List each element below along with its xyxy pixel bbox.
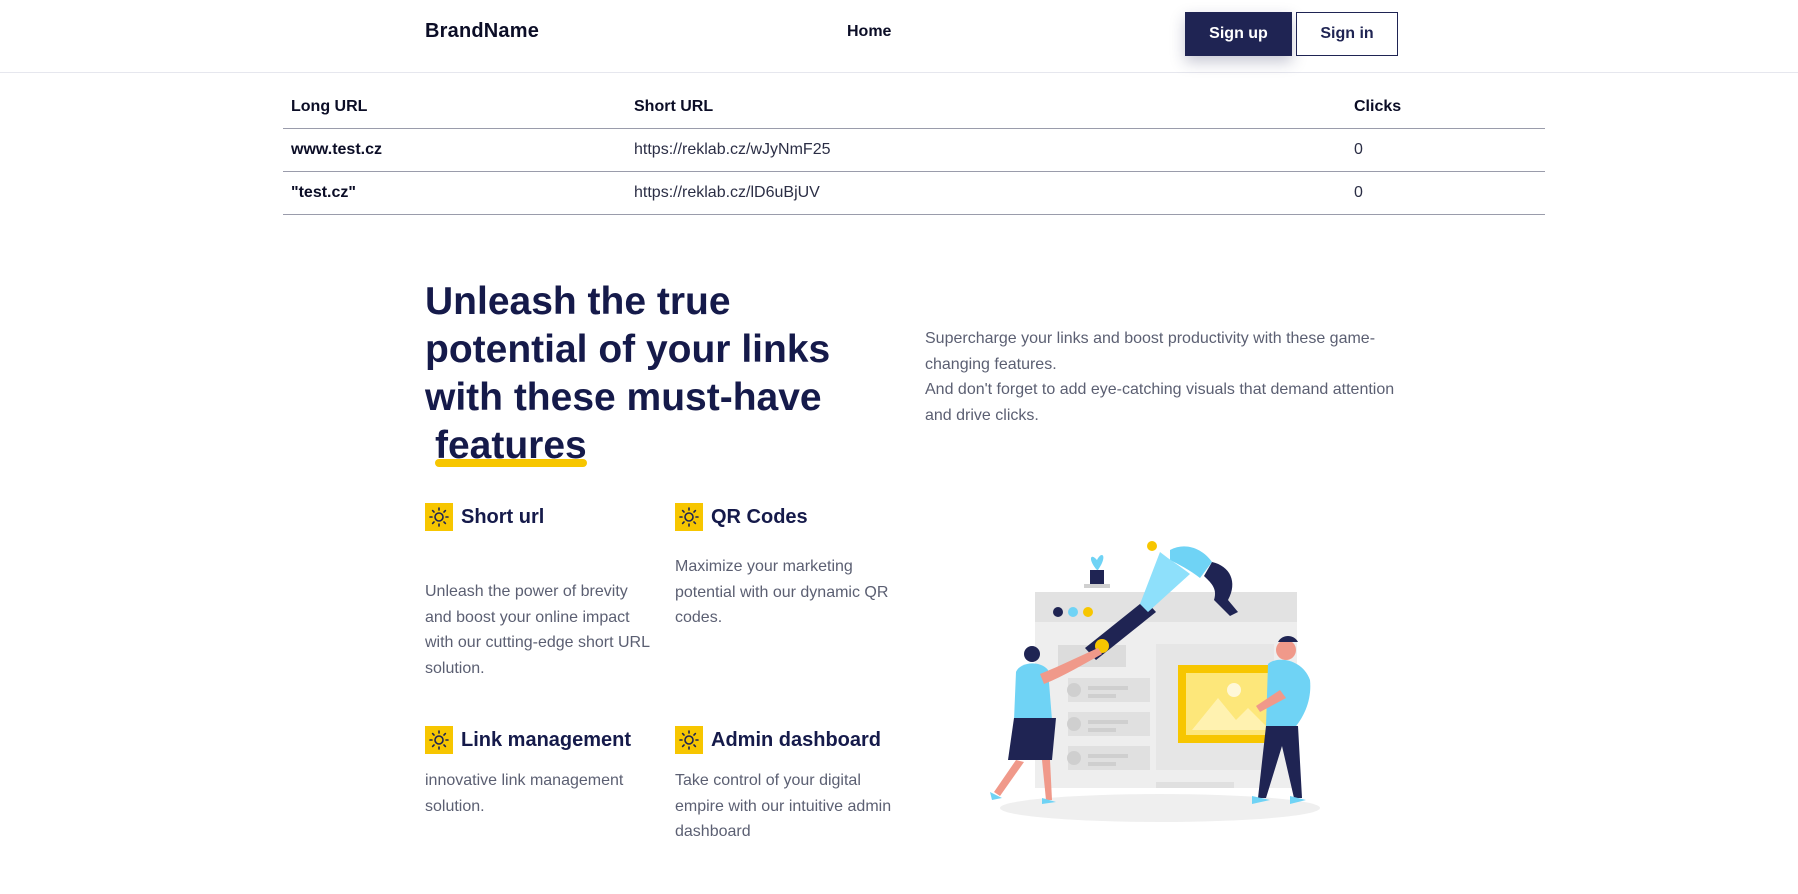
long-url-cell: "test.cz": [283, 171, 626, 215]
feature-description: Maximize your marketing potential with o…: [675, 558, 889, 626]
sign-up-button[interactable]: Sign up: [1185, 12, 1292, 56]
hero-title: Unleash the true potential of your links…: [425, 278, 865, 470]
clicks-cell: 0: [1346, 171, 1545, 215]
sun-icon: [675, 503, 703, 531]
column-header-short-url: Short URL: [626, 86, 1346, 129]
hero-description-line-1: Supercharge your links and boost product…: [925, 330, 1376, 373]
column-header-long-url: Long URL: [283, 86, 626, 129]
feature-link-management: Link management innovative link manageme…: [425, 726, 650, 819]
column-header-clicks: Clicks: [1346, 86, 1545, 129]
hero-title-main: Unleash the true potential of your links…: [425, 280, 831, 419]
table-row: www.test.cz https://reklab.cz/wJyNmF25 0: [283, 128, 1545, 172]
hero-description: Supercharge your links and boost product…: [925, 326, 1405, 428]
short-url-link[interactable]: https://reklab.cz/wJyNmF25: [634, 141, 831, 158]
feature-title: Short url: [461, 505, 545, 528]
url-table: Long URL Short URL Clicks www.test.cz ht…: [283, 86, 1545, 215]
site-header: BrandName Home Sign up Sign in: [0, 0, 1798, 73]
feature-description: Unleash the power of brevity and boost y…: [425, 583, 650, 677]
sun-icon: [675, 726, 703, 754]
long-url-cell: www.test.cz: [283, 128, 626, 172]
feature-qr-codes: QR Codes Maximize your marketing potenti…: [675, 503, 900, 631]
short-url-link[interactable]: https://reklab.cz/lD6uBjUV: [634, 184, 820, 201]
feature-title: QR Codes: [711, 505, 808, 528]
short-url-cell: https://reklab.cz/lD6uBjUV: [626, 171, 1346, 215]
team-collaboration-illustration: [990, 541, 1320, 822]
feature-description: Take control of your digital empire with…: [675, 772, 892, 840]
sign-in-button[interactable]: Sign in: [1296, 12, 1398, 56]
clicks-cell: 0: [1346, 128, 1545, 172]
feature-title: Admin dashboard: [711, 728, 882, 751]
feature-short-url: Short url Unleash the power of brevity a…: [425, 503, 650, 681]
nav-home-link[interactable]: Home: [847, 23, 891, 41]
brand-logo[interactable]: BrandName: [425, 20, 539, 43]
hero-title-highlight: features: [435, 422, 587, 470]
feature-admin-dashboard: Admin dashboard Take control of your dig…: [675, 726, 900, 845]
sun-icon: [425, 503, 453, 531]
feature-description: innovative link management solution.: [425, 772, 624, 815]
feature-title: Link management: [461, 728, 632, 751]
hero-description-line-2: And don't forget to add eye-catching vis…: [925, 381, 1395, 424]
sun-icon: [425, 726, 453, 754]
table-row: "test.cz" https://reklab.cz/lD6uBjUV 0: [283, 171, 1545, 215]
table-header-row: Long URL Short URL Clicks: [283, 86, 1545, 129]
short-url-cell: https://reklab.cz/wJyNmF25: [626, 128, 1346, 172]
